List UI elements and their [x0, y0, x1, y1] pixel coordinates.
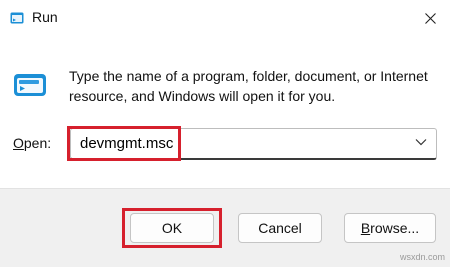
- browse-label: rowse...: [370, 220, 420, 236]
- window-title: Run: [32, 9, 58, 25]
- title-bar[interactable]: Run: [0, 0, 450, 36]
- input-highlight-box: [67, 126, 181, 161]
- ok-highlight-box: [122, 208, 222, 248]
- browse-button[interactable]: Browse...: [344, 213, 436, 243]
- cancel-button[interactable]: Cancel: [238, 213, 322, 243]
- browse-mnemonic: B: [360, 220, 371, 236]
- chevron-down-icon[interactable]: [415, 138, 427, 146]
- open-label-text: pen:: [23, 135, 52, 151]
- open-label-mnemonic: O: [13, 135, 24, 151]
- run-app-icon: [10, 11, 24, 25]
- watermark: wsxdn.com: [400, 252, 446, 262]
- close-icon: [425, 13, 436, 24]
- dialog-content: [0, 36, 450, 188]
- open-label: Open:: [13, 135, 51, 151]
- description-text: Type the name of a program, folder, docu…: [69, 68, 428, 104]
- close-button[interactable]: [414, 4, 446, 32]
- run-large-icon: [13, 72, 47, 98]
